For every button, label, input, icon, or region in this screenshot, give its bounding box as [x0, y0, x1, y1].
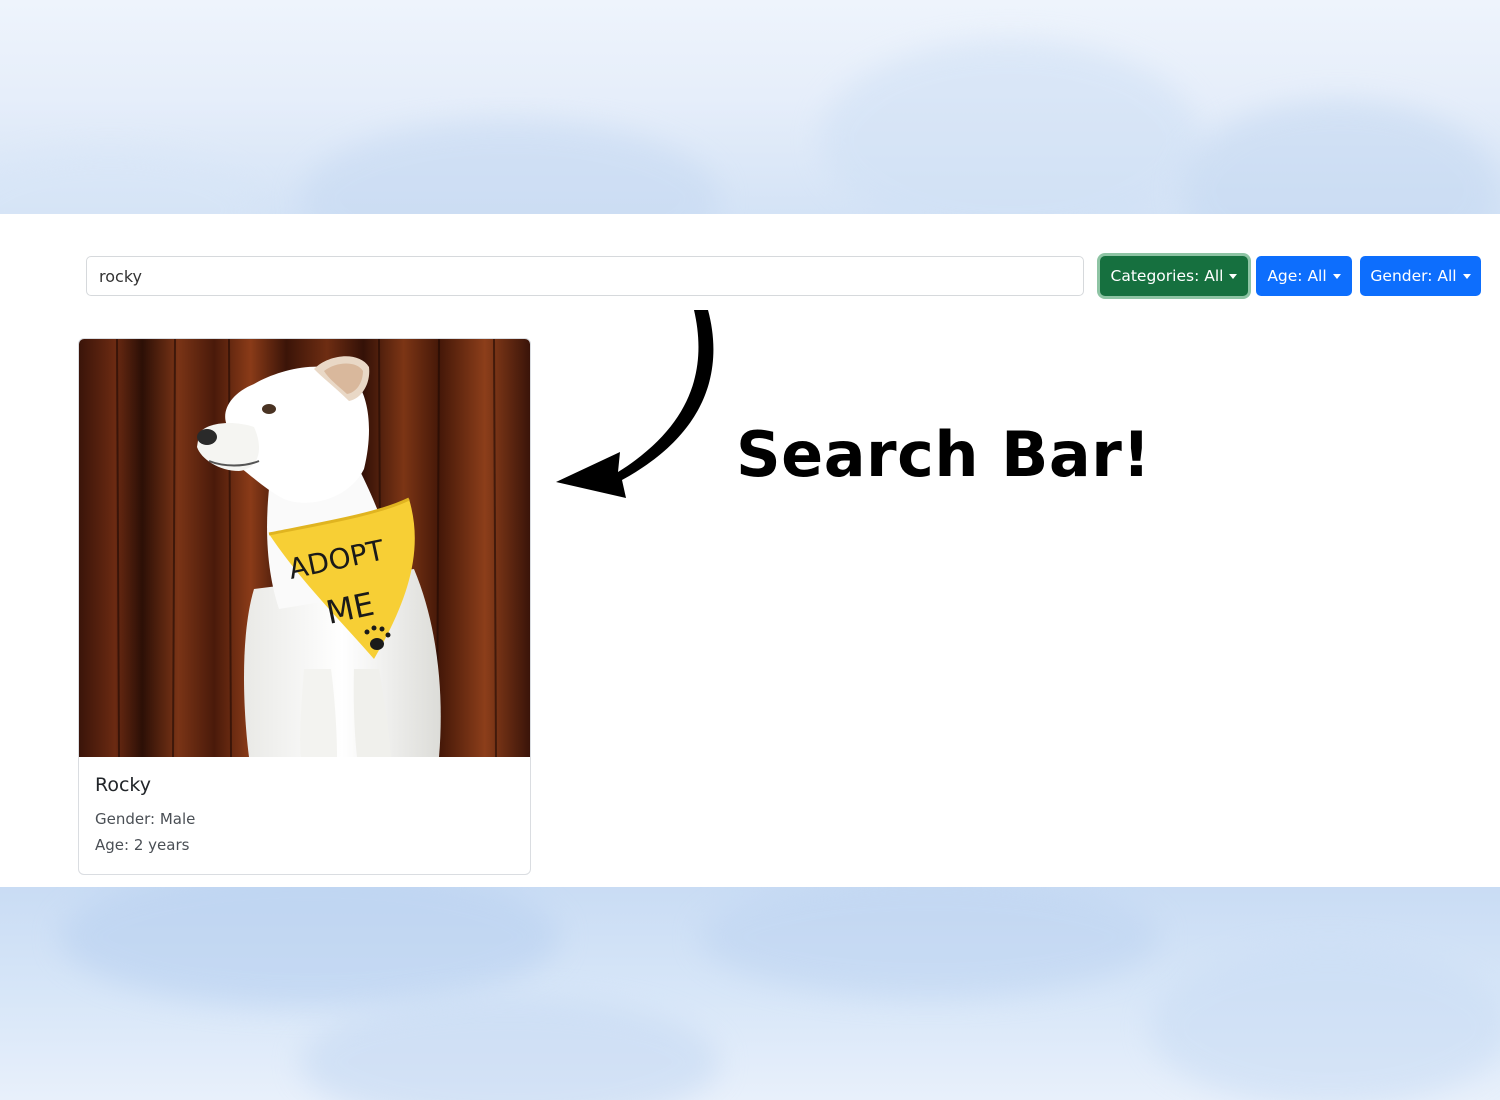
caret-down-icon	[1332, 274, 1341, 279]
watercolor-background-top	[0, 0, 1500, 214]
caret-down-icon	[1229, 274, 1238, 279]
pet-card[interactable]: ADOPT ME Rocky Gender: Male Age: 2 years	[78, 338, 531, 875]
age-dropdown-label: Age: All	[1267, 267, 1327, 285]
curved-arrow-icon	[556, 310, 714, 498]
annotation-label: Search Bar!	[736, 418, 1152, 491]
caret-down-icon	[1462, 274, 1471, 279]
gender-dropdown-button[interactable]: Gender: All	[1360, 256, 1481, 296]
gender-dropdown-label: Gender: All	[1370, 267, 1457, 285]
pet-card-body: Rocky Gender: Male Age: 2 years	[95, 774, 195, 858]
search-input[interactable]	[86, 256, 1084, 296]
pet-age: Age: 2 years	[95, 836, 190, 854]
categories-dropdown-label: Categories: All	[1110, 267, 1224, 285]
categories-dropdown-button[interactable]: Categories: All	[1100, 256, 1248, 296]
pet-gender: Gender: Male	[95, 810, 196, 828]
pet-search-panel: Categories: All Age: All Gender: All	[0, 214, 1500, 887]
pet-name: Rocky	[95, 774, 151, 796]
watercolor-background-bottom	[0, 887, 1500, 1100]
pet-photo: ADOPT ME	[79, 339, 530, 757]
age-dropdown-button[interactable]: Age: All	[1256, 256, 1352, 296]
